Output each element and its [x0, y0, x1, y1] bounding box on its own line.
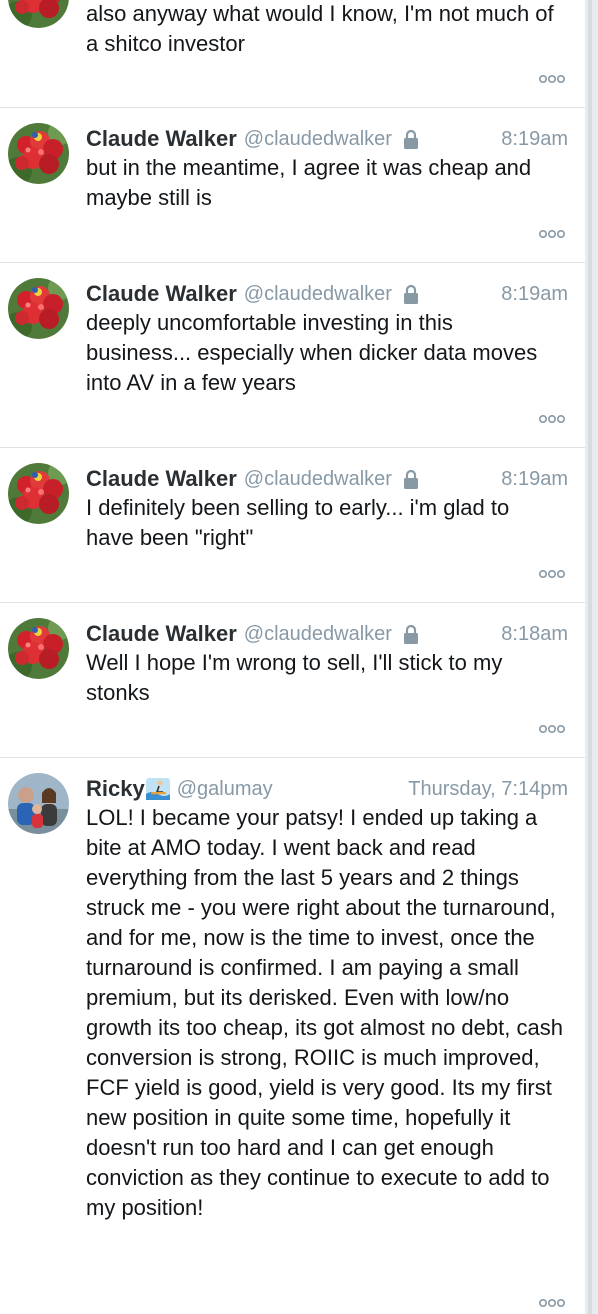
more-options-icon[interactable] — [538, 74, 566, 84]
tweet-header: Ricky @galumay Thursday, 7:14pm — [86, 774, 568, 804]
avatar[interactable] — [8, 123, 69, 184]
user-handle[interactable]: @claudedwalker — [244, 283, 392, 306]
tweet-text: deeply uncomfortable investing in this b… — [86, 310, 538, 395]
lock-icon — [400, 468, 422, 490]
display-name[interactable]: Claude Walker — [86, 126, 237, 152]
more-options-icon[interactable] — [538, 1298, 566, 1308]
tweet-header: Claude Walker @claudedwalker 8:19am — [86, 464, 568, 494]
tweet-header: Claude Walker @claudedwalker 8:19am — [86, 124, 568, 154]
more-options-icon[interactable] — [538, 414, 566, 424]
tweet-text: I definitely been selling to early... i'… — [86, 495, 510, 550]
scrollbar-thumb[interactable] — [588, 0, 592, 1314]
display-name[interactable]: Ricky — [86, 776, 145, 802]
avatar[interactable] — [8, 618, 69, 679]
user-handle[interactable]: @claudedwalker — [244, 128, 392, 151]
tweet[interactable]: Claude Walker @claudedwalker 8:19am but … — [0, 108, 585, 263]
tweet-header: Claude Walker @claudedwalker 8:19am — [86, 279, 568, 309]
lock-icon — [400, 128, 422, 150]
avatar[interactable] — [8, 0, 69, 28]
display-name[interactable]: Claude Walker — [86, 281, 237, 307]
tweet-text: but in the meantime, I agree it was chea… — [86, 155, 532, 210]
avatar[interactable] — [8, 773, 69, 834]
tweet[interactable]: also anyway what would I know, I'm not m… — [0, 0, 585, 108]
surfer-emoji-icon — [145, 778, 170, 800]
lock-icon — [400, 283, 422, 305]
avatar[interactable] — [8, 278, 69, 339]
tweet[interactable]: Claude Walker @claudedwalker 8:19am deep… — [0, 263, 585, 448]
tweet[interactable]: Ricky @galumay Thursday, 7:14pm LOL! I b… — [0, 758, 585, 1314]
timestamp[interactable]: Thursday, 7:14pm — [408, 778, 568, 801]
timestamp[interactable]: 8:19am — [501, 468, 568, 491]
display-name[interactable]: Claude Walker — [86, 621, 237, 647]
lock-icon — [400, 623, 422, 645]
user-handle[interactable]: @claudedwalker — [244, 468, 392, 491]
user-handle[interactable]: @galumay — [177, 778, 273, 801]
display-name[interactable]: Claude Walker — [86, 466, 237, 492]
tweet-feed: also anyway what would I know, I'm not m… — [0, 0, 585, 1314]
tweet[interactable]: Claude Walker @claudedwalker 8:18am Well… — [0, 603, 585, 758]
timestamp[interactable]: 8:18am — [501, 623, 568, 646]
scrollbar-track[interactable] — [585, 0, 598, 1314]
timestamp[interactable]: 8:19am — [501, 283, 568, 306]
tweet-header: Claude Walker @claudedwalker 8:18am — [86, 619, 568, 649]
tweet-text: also anyway what would I know, I'm not m… — [86, 1, 554, 56]
user-handle[interactable]: @claudedwalker — [244, 623, 392, 646]
more-options-icon[interactable] — [538, 569, 566, 579]
tweet-text: Well I hope I'm wrong to sell, I'll stic… — [86, 650, 503, 705]
tweet-text: LOL! I became your patsy! I ended up tak… — [86, 805, 563, 1220]
avatar[interactable] — [8, 463, 69, 524]
more-options-icon[interactable] — [538, 724, 566, 734]
more-options-icon[interactable] — [538, 229, 566, 239]
timestamp[interactable]: 8:19am — [501, 128, 568, 151]
tweet[interactable]: Claude Walker @claudedwalker 8:19am I de… — [0, 448, 585, 603]
